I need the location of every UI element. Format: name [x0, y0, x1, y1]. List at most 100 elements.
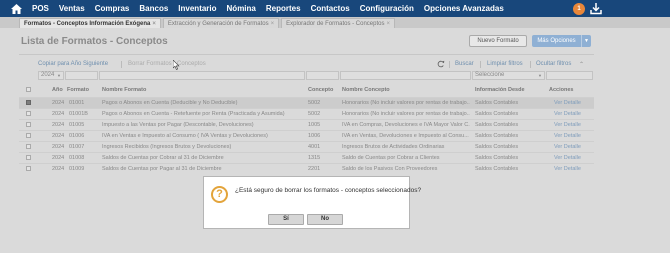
- more-options-label: Más Opciones: [537, 38, 576, 44]
- row-checkbox[interactable]: [26, 166, 31, 171]
- delete-formats-link[interactable]: Borrar Formatos - Conceptos: [128, 61, 206, 67]
- chevron-up-icon[interactable]: ⌃: [579, 61, 584, 68]
- top-navbar: POS Ventas Compras Bancos Inventario Nóm…: [0, 0, 670, 17]
- select-all-checkbox[interactable]: [26, 87, 31, 92]
- cell-format-name: Pagos o Abonos en Cuenta (Deducible y No…: [102, 100, 238, 106]
- confirm-delete-dialog: ? ¿Está seguro de borrar los formatos - …: [203, 176, 421, 229]
- actions-filter-input[interactable]: [546, 71, 593, 80]
- column-header-concept-name[interactable]: Nombre Concepto: [342, 87, 390, 93]
- view-detail-link[interactable]: Ver Detalle: [554, 144, 581, 150]
- hide-filters-link[interactable]: Ocultar filtros: [536, 61, 571, 67]
- table-row[interactable]: 2024 01001 Pagos o Abonos en Cuenta (Ded…: [19, 97, 594, 108]
- table-row[interactable]: 2024 01009 Saldos de Cuentas por Pagar a…: [19, 163, 594, 174]
- column-header-format-name[interactable]: Nombre Formato: [102, 87, 146, 93]
- tab-formatos-conceptos[interactable]: Formatos - Conceptos Información Exógena…: [19, 18, 161, 28]
- nav-nomina[interactable]: Nómina: [227, 4, 256, 13]
- tab-label: Formatos - Conceptos Información Exógena: [24, 21, 151, 27]
- cell-format: 01005: [69, 122, 85, 128]
- chevron-down-icon: ▼: [538, 73, 542, 78]
- tab-label: Extracción y Generación de Formatos: [167, 21, 269, 27]
- chevron-down-icon: ▼: [57, 73, 61, 78]
- column-header-year[interactable]: Año: [52, 87, 63, 93]
- view-detail-link[interactable]: Ver Detalle: [554, 100, 581, 106]
- chevron-down-icon[interactable]: ▼: [581, 35, 591, 47]
- download-icon[interactable]: [590, 2, 602, 15]
- cell-format-name: Ingresos Recibidos (Ingresos Brutos y De…: [102, 144, 232, 150]
- nav-inventario[interactable]: Inventario: [178, 4, 216, 13]
- cell-year: 2024: [52, 100, 65, 106]
- concept-name-filter-input[interactable]: [340, 71, 471, 80]
- view-detail-link[interactable]: Ver Detalle: [554, 155, 581, 161]
- table-row[interactable]: 2024 01005 Impuesto a las Ventas por Pag…: [19, 119, 594, 130]
- tab-bar: Formatos - Conceptos Información Exógena…: [0, 17, 670, 28]
- format-name-filter-input[interactable]: [99, 71, 305, 80]
- cell-concept-name: Honorarios (No incluir valores por renta…: [342, 100, 470, 106]
- row-checkbox[interactable]: [26, 133, 31, 138]
- cell-concept: 1315: [308, 155, 321, 161]
- view-detail-link[interactable]: Ver Detalle: [554, 133, 581, 139]
- close-icon[interactable]: ×: [387, 21, 391, 27]
- cell-source: Saldos Contables: [475, 144, 519, 150]
- cell-source: Saldos Contables: [475, 122, 519, 128]
- nav-contactos[interactable]: Contactos: [311, 4, 350, 13]
- table-row[interactable]: 2024 01006 IVA en Ventas e Impuesto al C…: [19, 130, 594, 141]
- cell-format: 01006: [69, 133, 85, 139]
- new-format-button[interactable]: Nuevo Formato: [469, 35, 527, 47]
- row-checkbox[interactable]: [26, 155, 31, 160]
- cell-concept-name: Ingresos Brutos de Actividades Ordinaria…: [342, 144, 445, 150]
- close-icon[interactable]: ×: [271, 21, 275, 27]
- nav-reportes[interactable]: Reportes: [266, 4, 301, 13]
- cell-year: 2024: [52, 122, 65, 128]
- year-filter-value: 2024: [41, 72, 55, 78]
- column-header-concept[interactable]: Concepto: [308, 87, 333, 93]
- nav-opciones-avanzadas[interactable]: Opciones Avanzadas: [424, 4, 504, 13]
- nav-pos[interactable]: POS: [32, 4, 49, 13]
- cell-source: Saldos Contables: [475, 133, 519, 139]
- format-filter-input[interactable]: [65, 71, 98, 80]
- cell-concept: 2201: [308, 166, 321, 172]
- notification-badge[interactable]: 1: [573, 3, 585, 15]
- row-checkbox[interactable]: [26, 100, 31, 105]
- table-row[interactable]: 2024 01007 Ingresos Recibidos (Ingresos …: [19, 141, 594, 152]
- nav-configuracion[interactable]: Configuración: [360, 4, 414, 13]
- column-header-actions: Acciones: [549, 87, 574, 93]
- cell-format-name: Saldos de Cuentas por Pagar al 31 de Dic…: [102, 166, 222, 172]
- view-detail-link[interactable]: Ver Detalle: [554, 166, 581, 172]
- cell-year: 2024: [52, 166, 65, 172]
- cell-format-name: Impuesto a las Ventas por Pagar (Descont…: [102, 122, 254, 128]
- more-options-button[interactable]: Más Opciones ▼: [532, 35, 591, 47]
- cell-concept: 1006: [308, 133, 321, 139]
- view-detail-link[interactable]: Ver Detalle: [554, 111, 581, 117]
- nav-compras[interactable]: Compras: [95, 4, 130, 13]
- row-checkbox[interactable]: [26, 111, 31, 116]
- nav-bancos[interactable]: Bancos: [139, 4, 168, 13]
- source-filter-select[interactable]: Seleccione ▼: [472, 71, 545, 80]
- cell-concept-name: IVA en Compras, Devoluciones e IVA Mayor…: [342, 122, 470, 128]
- table-row[interactable]: 2024 01008 Saldos de Cuentas por Cobrar …: [19, 152, 594, 163]
- table-row[interactable]: 2024 01001B Pagos o Abonos en Cuenta - R…: [19, 108, 594, 119]
- year-filter-select[interactable]: 2024 ▼: [38, 71, 64, 80]
- confirm-no-button[interactable]: No: [307, 214, 343, 225]
- column-header-source[interactable]: Información Desde: [475, 87, 525, 93]
- divider: [449, 61, 450, 68]
- tab-explorador[interactable]: Explorador de Formatos - Conceptos ×: [281, 18, 396, 28]
- row-checkbox[interactable]: [26, 122, 31, 127]
- home-icon[interactable]: [6, 0, 26, 17]
- clear-filters-link[interactable]: Limpiar filtros: [487, 61, 523, 67]
- refresh-icon[interactable]: [437, 60, 445, 68]
- column-header-format[interactable]: Formato: [67, 87, 89, 93]
- cell-format-name: IVA en Ventas e Impuesto al Consumo ( IV…: [102, 133, 268, 139]
- search-link[interactable]: Buscar: [455, 61, 474, 67]
- cell-format: 01009: [69, 166, 85, 172]
- tab-extraccion[interactable]: Extracción y Generación de Formatos ×: [162, 18, 280, 28]
- close-icon[interactable]: ×: [152, 21, 156, 27]
- divider: [480, 61, 481, 68]
- concept-filter-input[interactable]: [306, 71, 339, 80]
- cell-year: 2024: [52, 144, 65, 150]
- view-detail-link[interactable]: Ver Detalle: [554, 122, 581, 128]
- confirm-yes-button[interactable]: Sí: [268, 214, 304, 225]
- row-checkbox[interactable]: [26, 144, 31, 149]
- nav-ventas[interactable]: Ventas: [59, 4, 85, 13]
- cell-concept-name: IVA en Ventas, Devoluciones e Impuesto a…: [342, 133, 469, 139]
- copy-next-year-link[interactable]: Copiar para Año Siguiente: [38, 61, 108, 67]
